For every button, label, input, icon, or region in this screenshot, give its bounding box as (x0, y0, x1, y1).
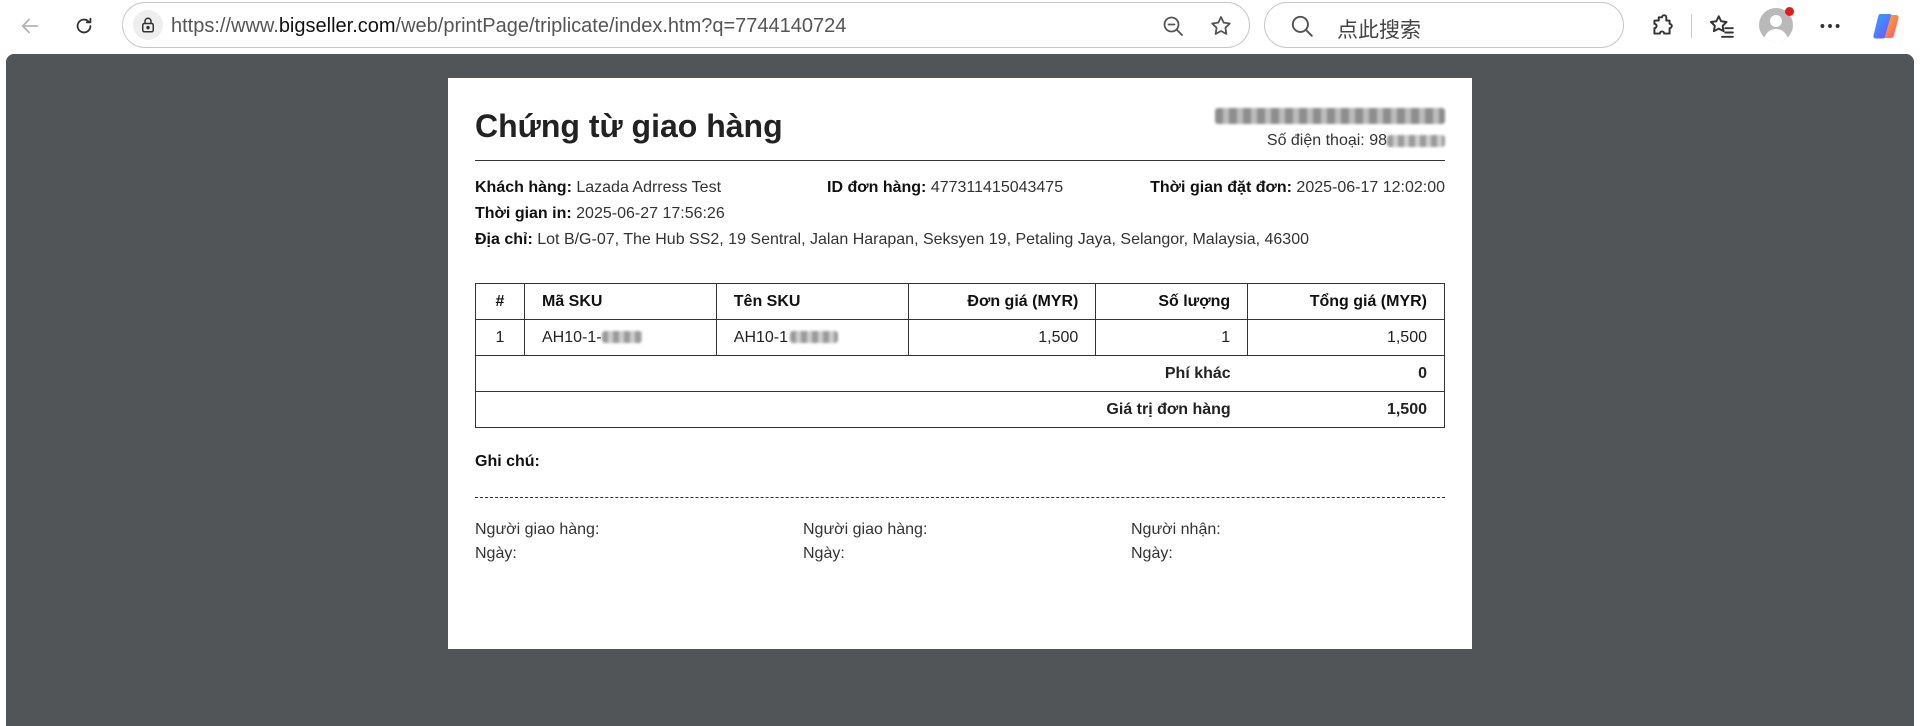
address-value: Lot B/G-07, The Hub SS2, 19 Sentral, Jal… (537, 231, 1309, 248)
search-icon (1289, 13, 1315, 39)
signature-block-2: Người giao hàng: Ngày: (803, 518, 927, 566)
other-fee-row: Phí khác 0 (474, 355, 1445, 392)
header-sku-name: Tên SKU (715, 283, 909, 320)
header-divider (475, 160, 1445, 161)
customer-info: Khách hàng: Lazada Adrress Test (475, 179, 721, 197)
redacted-sku-name (790, 331, 839, 344)
print-time-info: Thời gian in: 2025-06-27 17:56:26 (475, 205, 725, 223)
order-id-info: ID đơn hàng: 477311415043475 (827, 179, 1063, 197)
notification-dot (1785, 7, 1794, 16)
row-sku-name: AH10-1 (733, 328, 789, 346)
header-sku-code: Mã SKU (523, 283, 717, 320)
redacted-company-name (1215, 108, 1445, 124)
copilot-button[interactable] (1868, 8, 1904, 44)
star-icon (1211, 16, 1231, 35)
signature-date: Ngày: (1131, 545, 1173, 562)
signature-block-3: Người nhận: Ngày: (1131, 518, 1221, 566)
url-prefix: https://www. (171, 15, 279, 37)
header-total: Tổng giá (MYR) (1247, 283, 1445, 320)
order-time-label: Thời gian đặt đơn: (1150, 179, 1292, 196)
address-label: Địa chỉ: (475, 231, 533, 248)
signature-block-1: Người giao hàng: Ngày: (475, 518, 599, 566)
url-domain: bigseller.com (278, 15, 396, 37)
lock-icon (142, 17, 154, 33)
phone-label: Số điện thoại: (1266, 132, 1365, 149)
phone-row: Số điện thoại: 98 (1267, 132, 1445, 150)
extensions-button[interactable] (1644, 8, 1680, 44)
print-time-label: Thời gian in: (475, 205, 572, 222)
order-time-value: 2025-06-17 12:02:00 (1296, 179, 1445, 196)
order-value-value: 1,500 (1247, 391, 1445, 428)
other-fee-value: 0 (1247, 355, 1445, 392)
header-unit-price: Đơn giá (MYR) (907, 283, 1097, 320)
redacted-sku-code (601, 331, 642, 344)
row-quantity: 1 (1095, 319, 1249, 356)
signature-role: Người giao hàng: (475, 521, 600, 538)
redacted-phone (1387, 134, 1445, 147)
order-time-info: Thời gian đặt đơn: 2025-06-17 12:02:00 (1150, 179, 1445, 197)
favorites-list-icon (1709, 15, 1734, 38)
more-button[interactable] (1812, 8, 1848, 44)
customer-label: Khách hàng: (475, 179, 572, 196)
more-icon (1820, 24, 1840, 28)
page-viewport: Chứng từ giao hàng Số điện thoại: 98 Khá… (6, 54, 1914, 726)
signature-divider (475, 497, 1445, 498)
order-id-label: ID đơn hàng: (827, 179, 927, 196)
back-button[interactable] (12, 8, 48, 44)
row-sku-code: AH10-1- (541, 328, 602, 346)
signature-date: Ngày: (475, 545, 517, 562)
print-time-value: 2025-06-27 17:56:26 (576, 205, 725, 222)
url-path: /web/printPage/triplicate/index.htm?q=77… (395, 15, 847, 37)
favorite-button[interactable] (1207, 12, 1235, 40)
search-placeholder: 点此搜索 (1337, 18, 1421, 42)
other-fee-label: Phí khác (474, 355, 1248, 392)
copilot-icon (1873, 14, 1899, 39)
signature-role: Người giao hàng: (803, 521, 928, 538)
url-text[interactable]: https://www.bigseller.com/web/printPage/… (171, 15, 846, 38)
header-quantity: Số lượng (1095, 283, 1249, 320)
company-name-redacted (1215, 108, 1445, 129)
header-index: # (475, 283, 525, 320)
search-box[interactable]: 点此搜索 (1264, 2, 1624, 48)
row-index: 1 (475, 319, 525, 356)
customer-value: Lazada Adrress Test (576, 179, 722, 196)
row-sku-code-cell: AH10-1- (523, 319, 717, 356)
reload-icon (76, 17, 92, 34)
document-title: Chứng từ giao hàng (475, 108, 783, 144)
order-value-label: Giá trị đơn hàng (474, 391, 1248, 428)
table-row: 1 AH10-1- AH10-1 1,500 1 1,500 (475, 319, 1445, 356)
zoom-out-icon (1163, 16, 1183, 36)
address-info: Địa chỉ: Lot B/G-07, The Hub SS2, 19 Sen… (475, 231, 1309, 249)
table-header-row: # Mã SKU Tên SKU Đơn giá (MYR) Số lượng … (475, 283, 1445, 320)
delivery-note-page: Chứng từ giao hàng Số điện thoại: 98 Khá… (448, 78, 1472, 649)
puzzle-icon (1653, 14, 1673, 35)
note-label: Ghi chú: (475, 453, 540, 470)
order-value-row: Giá trị đơn hàng 1,500 (474, 391, 1445, 428)
signature-date: Ngày: (803, 545, 845, 562)
site-info-button[interactable] (133, 10, 163, 40)
address-bar[interactable]: https://www.bigseller.com/web/printPage/… (122, 2, 1250, 48)
row-unit-price: 1,500 (907, 319, 1097, 356)
signature-role: Người nhận: (1131, 521, 1221, 538)
reload-button[interactable] (66, 8, 102, 44)
zoom-button[interactable] (1159, 12, 1187, 40)
items-table: # Mã SKU Tên SKU Đơn giá (MYR) Số lượng … (474, 283, 1445, 428)
browser-toolbar: https://www.bigseller.com/web/printPage/… (0, 0, 1920, 52)
phone-value: 98 (1369, 132, 1387, 149)
order-id-value: 477311415043475 (930, 179, 1064, 196)
toolbar-divider (1691, 14, 1692, 38)
arrow-left-icon (21, 18, 39, 34)
favorites-button[interactable] (1704, 8, 1740, 44)
row-total: 1,500 (1247, 319, 1445, 356)
row-sku-name-cell: AH10-1 (715, 319, 909, 356)
